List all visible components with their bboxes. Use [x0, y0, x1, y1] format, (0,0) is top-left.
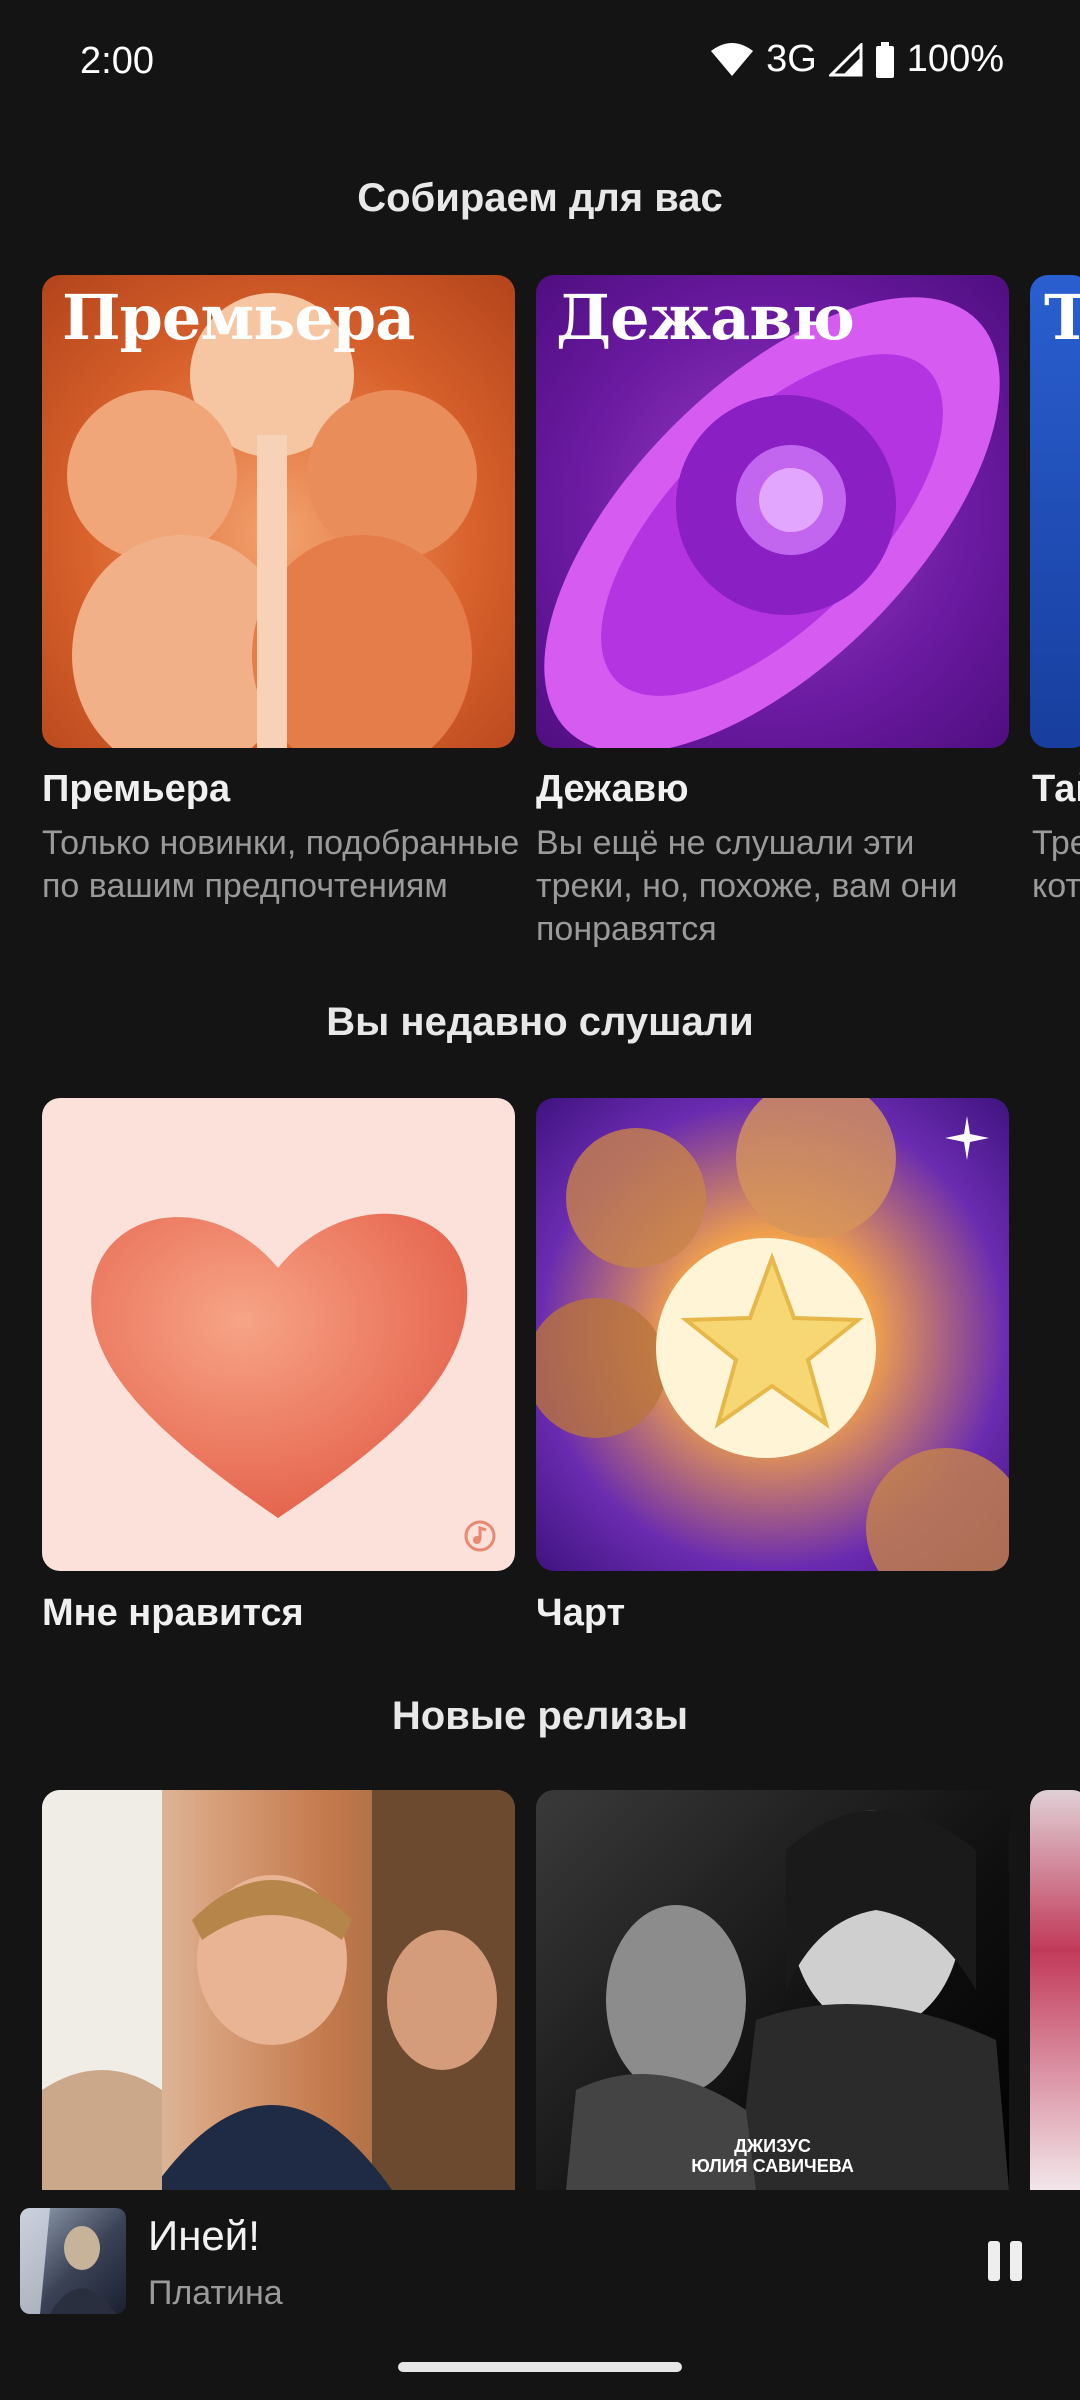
- third-playlist-card[interactable]: Т: [1030, 275, 1080, 748]
- section-title-recent: Вы недавно слушали: [326, 1000, 754, 1044]
- wifi-icon: [711, 42, 754, 76]
- premiere-card[interactable]: Премьера: [42, 275, 515, 748]
- liked-title: Мне нравится: [42, 1592, 304, 1634]
- release-1-cover-art: [42, 1790, 515, 2190]
- liked-card[interactable]: [42, 1098, 515, 1571]
- release-2-cover-text-2: ЮЛИЯ САВИЧЕВА: [691, 2156, 854, 2176]
- heart-cover-art: [91, 1213, 468, 1518]
- release-2-cover-text-1: ДЖИЗУС: [734, 2136, 811, 2156]
- premiere-cover-label: Премьера: [62, 281, 415, 354]
- third-playlist-title: Тай: [1032, 768, 1080, 810]
- status-bar: 2:00 3G 100%: [0, 0, 1080, 130]
- sparkle-icon: [945, 1116, 989, 1160]
- star-cover-art: [536, 1098, 1009, 1571]
- battery-level: 100%: [906, 38, 1004, 80]
- mini-player-track-title[interactable]: Иней!: [148, 2212, 260, 2260]
- mini-player[interactable]: Иней! Платина: [0, 2190, 1080, 2390]
- section-title-for-you: Собираем для вас: [357, 176, 723, 220]
- home-indicator[interactable]: [398, 2362, 682, 2372]
- pause-button[interactable]: [970, 2226, 1040, 2296]
- release-card-3[interactable]: [1030, 1790, 1080, 2190]
- third-playlist-description: Тре кот: [1032, 824, 1080, 905]
- release-card-1[interactable]: [42, 1790, 515, 2190]
- premiere-description: Только новинки, подобранные по вашим пре…: [42, 824, 520, 905]
- status-time: 2:00: [80, 40, 154, 82]
- dejavu-card[interactable]: Дежавю: [536, 275, 1009, 748]
- cellular-signal-icon: [828, 42, 863, 76]
- dejavu-description: Вы ещё не слушали эти треки, но, похоже,…: [536, 824, 958, 948]
- battery-icon: [875, 41, 894, 78]
- chart-title: Чарт: [536, 1592, 626, 1634]
- music-note-icon: [464, 1520, 496, 1552]
- pause-icon: [988, 2241, 1000, 2281]
- mini-cover-art: [20, 2208, 116, 2314]
- release-2-cover-art: [566, 1810, 1009, 2190]
- mini-player-cover[interactable]: [20, 2208, 126, 2314]
- section-title-new-releases: Новые релизы: [391, 1694, 689, 1738]
- mini-player-artist[interactable]: Платина: [148, 2274, 283, 2313]
- chart-card[interactable]: [536, 1098, 1009, 1571]
- premiere-title: Премьера: [42, 768, 231, 810]
- dejavu-cover-label: Дежавю: [556, 281, 855, 354]
- status-icons: 3G 100%: [710, 38, 1004, 81]
- dejavu-title: Дежавю: [536, 768, 689, 810]
- network-label: 3G: [766, 38, 817, 80]
- third-playlist-cover-label: Т: [1044, 281, 1080, 354]
- release-card-2[interactable]: ДЖИЗУС ЮЛИЯ САВИЧЕВА: [536, 1790, 1009, 2190]
